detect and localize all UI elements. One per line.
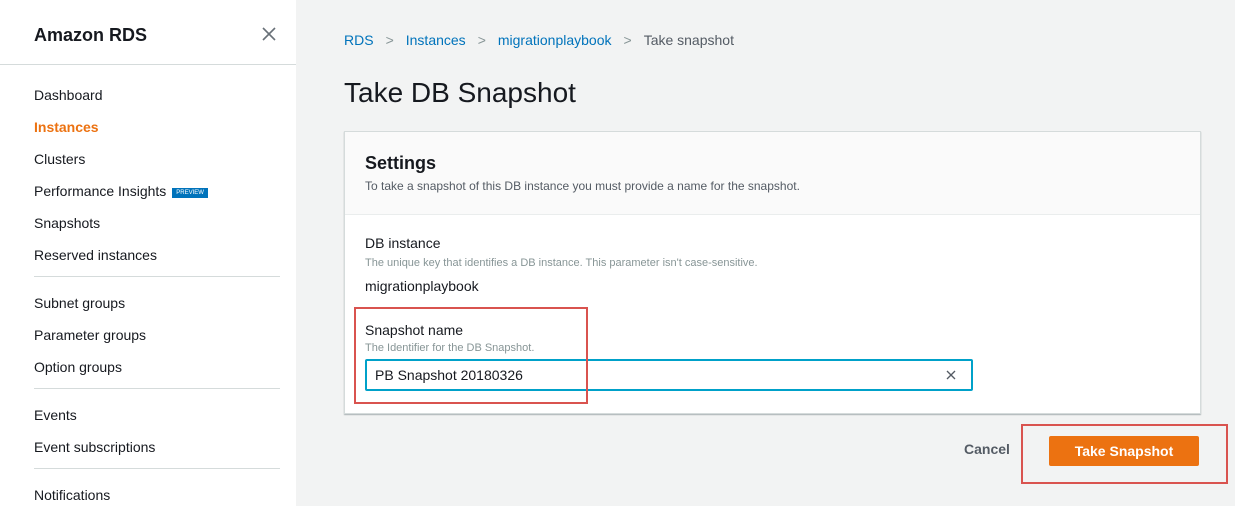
- page-title: Take DB Snapshot: [344, 77, 576, 108]
- sidebar-item-event-subscriptions[interactable]: Event subscriptions: [34, 436, 280, 468]
- main-content: RDS > Instances > migrationplaybook > Take sna…: [296, 0, 1235, 506]
- db-instance-value: migrationplaybook: [365, 278, 479, 294]
- snapshot-name-hint: The Identifier for the DB Snapshot.: [365, 342, 535, 354]
- settings-description: To take a snapshot of this DB instance y…: [365, 179, 800, 193]
- sidebar-title: Amazon RDS: [34, 25, 148, 45]
- nav-divider: [34, 468, 280, 469]
- db-instance-label: DB instance: [365, 235, 441, 251]
- breadcrumb-current: Take snapshot: [643, 32, 734, 48]
- settings-panel-header: Settings To take a snapshot of this DB i…: [345, 132, 1200, 215]
- snapshot-name-field: [365, 359, 973, 391]
- sidebar-item-events[interactable]: Events: [34, 404, 280, 436]
- sidebar-item-label: Snapshots: [34, 215, 101, 231]
- sidebar-nav: Dashboard Instances Clusters Performance In…: [34, 84, 280, 506]
- sidebar-item-performance-insights[interactable]: Performance Insights PREVIEW: [34, 180, 280, 212]
- db-instance-hint: The unique key that identifies a DB inst…: [365, 257, 758, 269]
- sidebar-item-parameter-groups[interactable]: Parameter groups: [34, 324, 280, 356]
- clear-input-icon[interactable]: [945, 369, 957, 381]
- sidebar-item-reserved-instances[interactable]: Reserved instances: [34, 244, 280, 276]
- nav-divider: [34, 388, 280, 389]
- sidebar-item-instances[interactable]: Instances: [34, 116, 280, 148]
- sidebar-item-label: Subnet groups: [34, 295, 126, 311]
- sidebar-item-label: Instances: [34, 119, 99, 135]
- snapshot-name-input[interactable]: [367, 361, 937, 389]
- sidebar-item-label: Option groups: [34, 359, 122, 375]
- sidebar-item-label: Parameter groups: [34, 327, 147, 343]
- preview-badge: PREVIEW: [172, 188, 208, 198]
- sidebar-divider: [0, 64, 296, 65]
- sidebar-item-clusters[interactable]: Clusters: [34, 148, 280, 180]
- sidebar-item-label: Event subscriptions: [34, 439, 156, 455]
- sidebar-item-label: Dashboard: [34, 87, 103, 103]
- breadcrumb-separator-icon: >: [477, 32, 486, 48]
- sidebar-item-label: Clusters: [34, 151, 86, 167]
- sidebar: Amazon RDS Dashboard Instances Clusters Per…: [0, 0, 296, 506]
- breadcrumb-rds-link[interactable]: RDS: [344, 32, 374, 48]
- snapshot-name-label: Snapshot name: [365, 322, 464, 338]
- breadcrumb: RDS > Instances > migrationplaybook > Take sna…: [344, 30, 734, 50]
- nav-divider: [34, 276, 280, 277]
- sidebar-item-option-groups[interactable]: Option groups: [34, 356, 280, 388]
- settings-panel: Settings To take a snapshot of this DB i…: [344, 131, 1201, 414]
- sidebar-item-snapshots[interactable]: Snapshots: [34, 212, 280, 244]
- breadcrumb-instances-link[interactable]: Instances: [406, 32, 466, 48]
- sidebar-header: Amazon RDS: [34, 24, 280, 48]
- sidebar-item-label: Performance Insights: [34, 183, 167, 199]
- cancel-button[interactable]: Cancel: [964, 441, 1010, 457]
- sidebar-item-label: Reserved instances: [34, 247, 157, 263]
- breadcrumb-separator-icon: >: [623, 32, 632, 48]
- take-snapshot-button[interactable]: Take Snapshot: [1049, 436, 1199, 466]
- sidebar-item-label: Events: [34, 407, 77, 423]
- breadcrumb-separator-icon: >: [385, 32, 394, 48]
- sidebar-item-subnet-groups[interactable]: Subnet groups: [34, 292, 280, 324]
- sidebar-item-notifications[interactable]: Notifications: [34, 484, 280, 506]
- sidebar-item-label: Notifications: [34, 487, 111, 503]
- sidebar-item-dashboard[interactable]: Dashboard: [34, 84, 280, 116]
- breadcrumb-instance-link[interactable]: migrationplaybook: [498, 32, 612, 48]
- close-icon[interactable]: [260, 24, 278, 44]
- settings-title: Settings: [365, 153, 437, 173]
